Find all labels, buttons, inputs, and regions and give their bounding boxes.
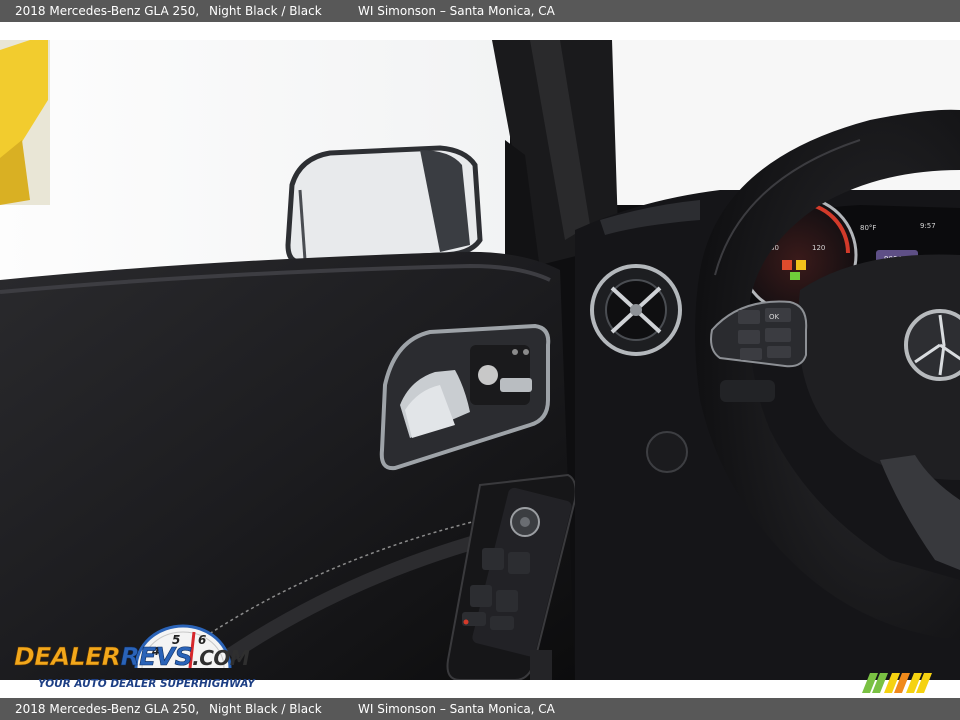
mercedes-star <box>904 309 960 381</box>
interior-photo-svg: 80 120 80°F 9:57 9064.1 OK <box>0 40 960 680</box>
dealer-name: WI Simonson – Santa Monica, CA <box>358 702 555 716</box>
start-button <box>646 431 688 473</box>
cluster-temperature: 80°F <box>860 224 876 232</box>
vehicle-color: Night Black / Black <box>209 702 322 716</box>
dealer-name: WI Simonson – Santa Monica, CA <box>358 4 555 18</box>
cluster-time: 9:57 <box>920 222 936 230</box>
logo-com: .COM <box>192 646 250 670</box>
vehicle-color: Night Black / Black <box>209 4 322 18</box>
stripes-logo-icon <box>862 673 932 693</box>
footer-bar: 2018 Mercedes-Benz GLA 250, Night Black … <box>0 698 960 720</box>
dealerrevs-watermark: 4 5 6 DEALERREVS.COM YOUR AUTO DEALER SU… <box>10 620 270 694</box>
vehicle-title: 2018 Mercedes-Benz GLA 250, <box>15 4 200 18</box>
steering-ok-button-label: OK <box>769 313 780 321</box>
turn-signal-stalk <box>720 380 775 402</box>
cluster-tach-label: 120 <box>812 244 825 252</box>
header-bar: 2018 Mercedes-Benz GLA 250, Night Black … <box>0 0 960 22</box>
air-vent <box>590 264 682 356</box>
logo-dealer: DEALER <box>14 642 122 672</box>
vehicle-title: 2018 Mercedes-Benz GLA 250, <box>15 702 200 716</box>
dealerrevs-logo-text: DEALERREVS.COM <box>14 642 250 672</box>
logo-tagline: YOUR AUTO DEALER SUPERHIGHWAY <box>38 678 255 690</box>
side-mirror <box>285 145 483 265</box>
vehicle-photo: 80 120 80°F 9:57 9064.1 OK <box>0 40 960 680</box>
logo-revs: REVS <box>120 642 193 672</box>
